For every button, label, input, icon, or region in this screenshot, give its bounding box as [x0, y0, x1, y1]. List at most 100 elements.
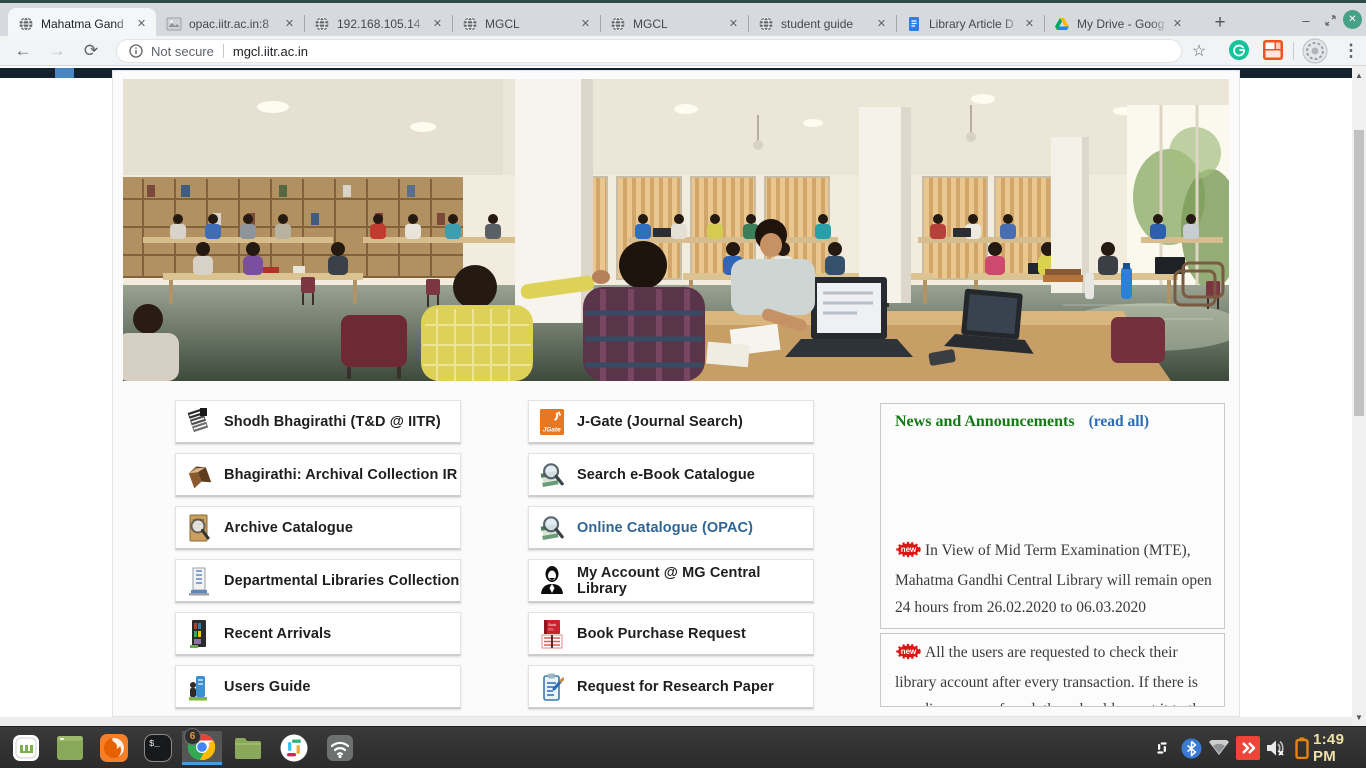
news-title: News and Announcements: [895, 413, 1075, 431]
globe-favicon: [462, 16, 478, 32]
link-online-catalogue-opac[interactable]: Online Catalogue (OPAC): [528, 506, 814, 550]
link-departmental-libraries[interactable]: Departmental Libraries Collection: [175, 559, 461, 603]
mint-menu-button[interactable]: [6, 731, 46, 765]
terminal-glyph: $_: [149, 739, 160, 749]
link-recent-arrivals[interactable]: Recent Arrivals: [175, 612, 461, 656]
tab-title: My Drive - Goog: [1077, 17, 1169, 31]
file-manager-launcher[interactable]: [228, 731, 268, 765]
new-badge-icon: new: [895, 642, 922, 669]
new-tab-button[interactable]: +: [1206, 9, 1234, 37]
chrome-menu-icon[interactable]: ⋮: [1338, 38, 1364, 64]
news-item-text: All the users are requested to check the…: [895, 644, 1207, 707]
reload-button[interactable]: ⟳: [78, 38, 104, 64]
link-my-account[interactable]: My Account @ MG Central Library: [528, 559, 814, 603]
page-scrollbar[interactable]: ▲ ▼: [1352, 66, 1366, 726]
battery-tray-icon[interactable]: [1290, 733, 1314, 763]
tab-close-icon[interactable]: ✕: [281, 15, 298, 32]
news-read-all-link[interactable]: (read all): [1089, 413, 1149, 431]
window-close-button[interactable]: ✕: [1343, 10, 1362, 29]
bookshelf-icon: [186, 618, 212, 650]
svg-text:title: title: [549, 627, 554, 631]
svg-text:Book: Book: [549, 623, 557, 627]
library-building-icon: [186, 565, 212, 597]
tab-mgcl-1[interactable]: MGCL ✕: [452, 8, 600, 39]
tab-mgcl-2[interactable]: MGCL ✕: [600, 8, 748, 39]
globe-favicon: [18, 16, 34, 32]
chrome-taskbar-button[interactable]: 6: [182, 731, 222, 765]
tab-close-icon[interactable]: ✕: [725, 15, 742, 32]
archive-search-icon: [186, 512, 212, 544]
news-item-box-1: newIn View of Mid Term Examination (MTE)…: [880, 440, 1225, 629]
bookmark-star-icon[interactable]: ☆: [1186, 38, 1212, 64]
book-search-icon: [539, 459, 565, 491]
google-docs-favicon: [906, 16, 922, 32]
tab-student-guide[interactable]: student guide ✕: [748, 8, 896, 39]
link-label: Bhagirathi: Archival Collection IR: [224, 467, 457, 483]
tab-close-icon[interactable]: ✕: [1021, 15, 1038, 32]
back-button[interactable]: ←: [10, 38, 36, 64]
slack-tray-icon[interactable]: [1148, 733, 1176, 763]
link-bhagirathi-archival[interactable]: Bhagirathi: Archival Collection IR: [175, 453, 461, 497]
tab-title: 192.168.105.14: [337, 17, 429, 31]
link-book-purchase[interactable]: Booktitle Book Purchase Request: [528, 612, 814, 656]
tab-library-article[interactable]: Library Article D ✕: [896, 8, 1044, 39]
link-label: Book Purchase Request: [577, 626, 746, 642]
tab-close-icon[interactable]: ✕: [429, 15, 446, 32]
book-search-icon: [539, 512, 565, 544]
tab-ip-address[interactable]: 192.168.105.14 ✕: [304, 8, 452, 39]
tab-title: Mahatma Gand: [41, 17, 133, 31]
address-bar[interactable]: Not secure mgcl.iitr.ac.in: [116, 39, 1182, 63]
tab-close-icon[interactable]: ✕: [873, 15, 890, 32]
grammarly-extension-icon[interactable]: [1228, 39, 1250, 66]
tab-mahatma-gandhi[interactable]: Mahatma Gand ✕: [8, 8, 156, 39]
terminal-launcher[interactable]: $_: [138, 731, 178, 765]
link-request-research-paper[interactable]: Request for Research Paper: [528, 665, 814, 709]
globe-favicon: [314, 16, 330, 32]
link-archive-catalogue[interactable]: Archive Catalogue: [175, 506, 461, 550]
window-restore-button[interactable]: [1320, 10, 1340, 30]
globe-favicon: [758, 16, 774, 32]
link-jgate[interactable]: JGate J-Gate (Journal Search): [528, 400, 814, 444]
url-text: mgcl.iitr.ac.in: [233, 44, 308, 59]
profile-avatar[interactable]: [1302, 38, 1328, 69]
slack-launcher[interactable]: [274, 731, 314, 765]
bluetooth-tray-icon[interactable]: [1178, 733, 1204, 763]
forward-button[interactable]: →: [44, 38, 70, 64]
scrollbar-thumb[interactable]: [1354, 130, 1364, 416]
info-icon[interactable]: [129, 44, 143, 58]
security-label: Not secure: [151, 44, 214, 59]
archival-book-icon: [186, 459, 212, 491]
taskbar-clock[interactable]: 1:49 PM: [1313, 727, 1366, 768]
globe-favicon: [610, 16, 626, 32]
window-minimize-button[interactable]: –: [1296, 10, 1316, 30]
anydesk-tray-icon[interactable]: [1234, 733, 1262, 763]
scroll-up-arrow[interactable]: ▲: [1352, 68, 1366, 82]
screen: Mahatma Gand ✕ opac.iitr.ac.in:8 ✕ 192.1…: [0, 0, 1366, 768]
volume-muted-tray-icon[interactable]: [1262, 733, 1290, 763]
network-tray-icon[interactable]: [1206, 733, 1232, 763]
tab-my-drive[interactable]: My Drive - Goog ✕: [1044, 8, 1192, 39]
link-label: Request for Research Paper: [577, 679, 774, 695]
news-item: newIn View of Mid Term Examination (MTE)…: [895, 537, 1212, 621]
tab-opac[interactable]: opac.iitr.ac.in:8 ✕: [156, 8, 304, 39]
scroll-down-arrow[interactable]: ▼: [1352, 710, 1366, 724]
svg-text:new: new: [901, 545, 917, 554]
toolbar-divider: [1293, 42, 1294, 60]
tab-manager-extension-icon[interactable]: [1262, 39, 1284, 66]
kiosk-guide-icon: [186, 671, 212, 703]
wifi-settings-launcher[interactable]: [320, 731, 360, 765]
tab-close-icon[interactable]: ✕: [133, 15, 150, 32]
google-drive-favicon: [1054, 16, 1070, 32]
link-search-ebook[interactable]: Search e-Book Catalogue: [528, 453, 814, 497]
link-users-guide[interactable]: Users Guide: [175, 665, 461, 709]
firefox-launcher[interactable]: [94, 731, 134, 765]
link-label: Users Guide: [224, 679, 311, 695]
svg-text:JGate: JGate: [543, 426, 561, 433]
browser-tab-strip: Mahatma Gand ✕ opac.iitr.ac.in:8 ✕ 192.1…: [0, 0, 1366, 36]
link-shodh-bhagirathi[interactable]: Shodh Bhagirathi (T&D @ IITR): [175, 400, 461, 444]
tab-close-icon[interactable]: ✕: [1169, 15, 1186, 32]
show-desktop-button[interactable]: [50, 731, 90, 765]
tab-close-icon[interactable]: ✕: [577, 15, 594, 32]
link-label: Archive Catalogue: [224, 520, 353, 536]
link-label: My Account @ MG Central Library: [577, 565, 813, 597]
